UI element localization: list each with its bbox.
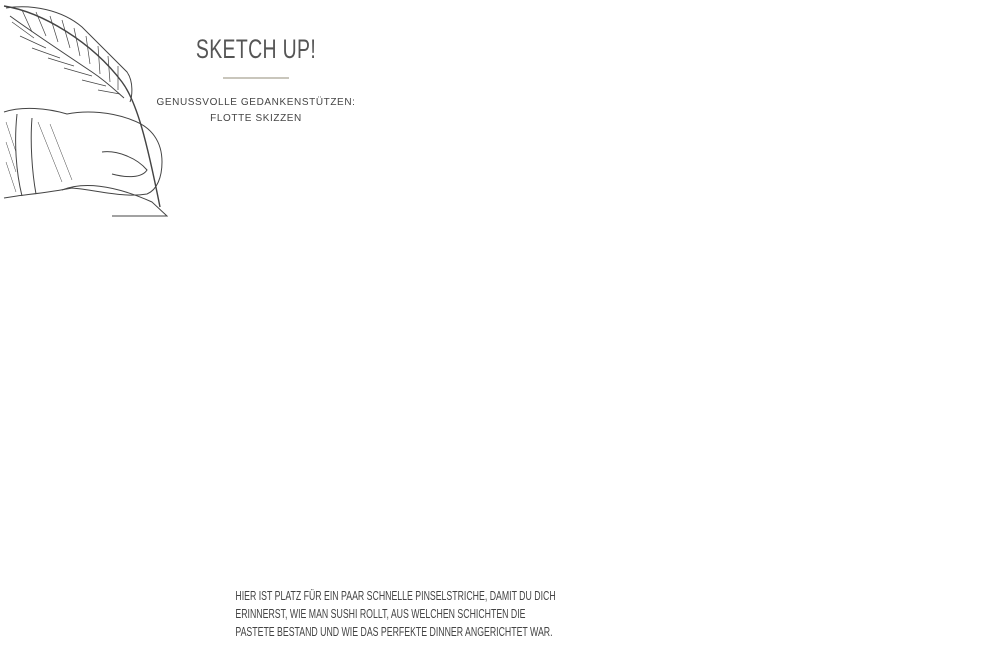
footer-note-line: ERINNERST, WIE MAN SUSHI ROLLT, AUS WELC… (235, 607, 526, 621)
footer-note: HIER IST PLATZ FÜR EIN PAAR SCHNELLE PIN… (140, 587, 556, 641)
subtitle-line: FLOTTE SKIZZEN (210, 113, 302, 124)
subtitle: GENUSSVOLLE GEDANKENSTÜTZEN: FLOTTE SKIZ… (146, 95, 366, 127)
hand-with-quill-icon (3, 5, 168, 217)
page-title: SKETCH UP! (195, 34, 317, 64)
title-divider (223, 77, 289, 79)
subtitle-line: GENUSSVOLLE GEDANKENSTÜTZEN: (156, 97, 356, 108)
footer-note-line: HIER IST PLATZ FÜR EIN PAAR SCHNELLE PIN… (235, 589, 556, 603)
footer-note-line: PASTETE BESTAND UND WIE DAS PERFEKTE DIN… (235, 625, 553, 639)
